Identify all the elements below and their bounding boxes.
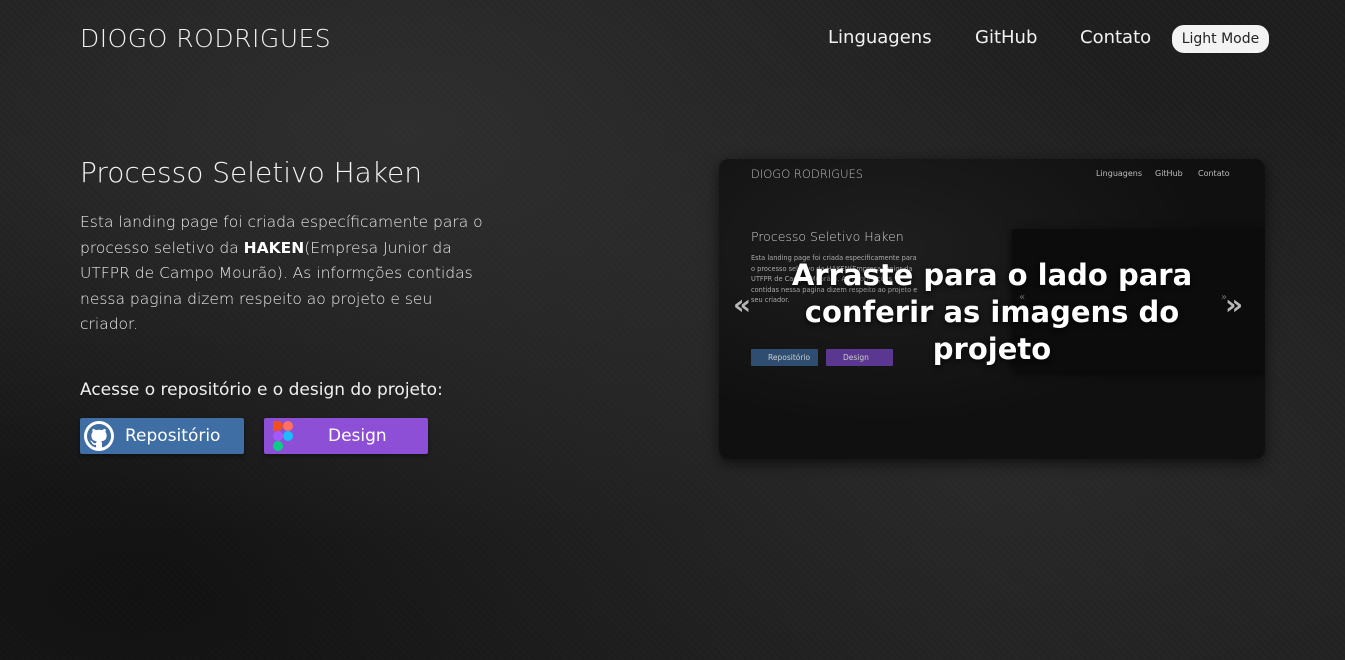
brand-logo[interactable]: DIOGO RODRIGUES [80, 24, 331, 53]
hero-description: Esta landing page foi criada específicam… [80, 210, 490, 338]
preview-nav-linguagens: Linguagens [1096, 169, 1143, 178]
nav-link-contato[interactable]: Contato [1080, 27, 1151, 48]
carousel-prev-arrow[interactable]: « [733, 290, 751, 320]
carousel-overlay-hint: Arraste para o lado para conferir as ima… [791, 258, 1193, 366]
github-icon [84, 421, 114, 451]
repository-label: Repositório [125, 426, 221, 446]
preview-brand: DIOGO RODRIGUES [751, 167, 864, 181]
preview-nav-github: GitHub [1155, 169, 1183, 178]
nav-link-github[interactable]: GitHub [975, 27, 1037, 48]
carousel-next-arrow[interactable]: » [1225, 290, 1243, 320]
navbar: DIOGO RODRIGUES Linguagens GitHub Contat… [0, 0, 1345, 80]
preview-title: Processo Seletivo Haken [751, 229, 904, 244]
description-highlight: HAKEN [243, 238, 305, 257]
design-label: Design [328, 426, 387, 446]
nav-link-linguagens[interactable]: Linguagens [828, 27, 932, 48]
preview-nav-contato: Contato [1198, 169, 1230, 178]
design-button[interactable]: Design [264, 418, 428, 454]
project-image-carousel[interactable]: DIOGO RODRIGUES Linguagens GitHub Contat… [719, 159, 1265, 459]
light-mode-toggle[interactable]: Light Mode [1172, 25, 1269, 53]
page-title: Processo Seletivo Haken [80, 156, 423, 189]
repository-button[interactable]: Repositório [80, 418, 244, 454]
figma-icon [273, 421, 293, 451]
access-label: Acesse o repositório e o design do proje… [80, 380, 443, 400]
